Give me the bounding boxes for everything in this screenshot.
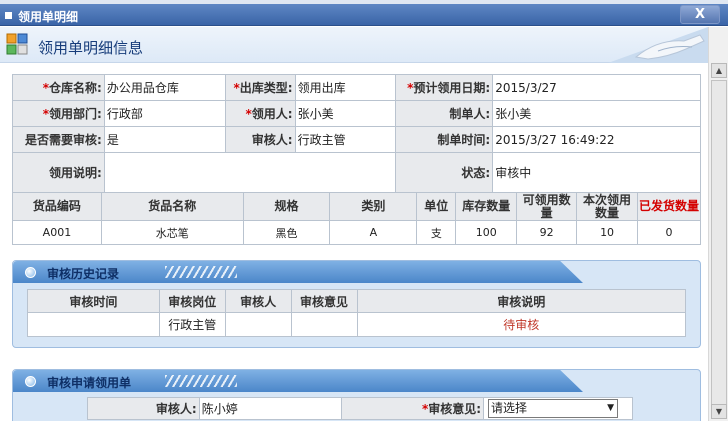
stripes-decoration xyxy=(165,375,237,387)
goods-cell: 黑色 xyxy=(242,220,331,245)
dialog-titlebar: 领用单明细 X xyxy=(0,4,728,26)
page-title: 领用单明细信息 xyxy=(38,39,144,57)
table-row: A001 水芯笔 黑色 A 支 100 92 10 0 xyxy=(12,220,701,245)
close-button[interactable]: X xyxy=(680,5,720,24)
window-icon xyxy=(5,12,12,19)
goods-cell: 100 xyxy=(455,220,518,245)
bullet-icon xyxy=(25,376,36,387)
chevron-down-icon[interactable]: ▼ xyxy=(607,400,614,417)
goods-col-stock: 库存数量 xyxy=(455,192,518,221)
apply-opinion-cell: 请选择 ▼ xyxy=(483,397,633,420)
audit-history-header: 审核历史记录 xyxy=(13,261,700,283)
goods-col-name: 货品名称 xyxy=(100,192,244,221)
history-col-opinion: 审核意见 xyxy=(290,289,358,313)
history-cell xyxy=(27,312,160,337)
table-row: 行政主管 待审核 xyxy=(27,312,687,337)
remark-value xyxy=(103,152,397,193)
stripes-decoration xyxy=(165,266,237,278)
goods-col-shipped: 已发货数量 xyxy=(637,192,701,221)
history-cell-status: 待审核 xyxy=(356,312,687,337)
history-col-time: 审核时间 xyxy=(27,289,160,313)
history-col-auditor: 审核人 xyxy=(224,289,292,313)
order-info-table: *仓库名称: 办公用品仓库 *出库类型: 领用出库 *预计领用日期: 2015/… xyxy=(12,74,701,193)
goods-cell: 支 xyxy=(416,220,457,245)
status-value: 审核中 xyxy=(492,152,701,193)
audit-apply-header: 审核申请领用单 xyxy=(13,370,700,392)
outtype-label: *出库类型: xyxy=(224,74,296,101)
goods-cell: 10 xyxy=(576,220,639,245)
need-audit-value: 是 xyxy=(103,126,226,153)
plan-date-value: 2015/3/27 xyxy=(492,74,701,101)
goods-col-unit: 单位 xyxy=(416,192,457,221)
opinion-select[interactable]: 请选择 ▼ xyxy=(488,399,619,418)
audit-apply-form: 审核人: 陈小婷 *审核意见: 请选择 ▼ xyxy=(87,397,633,420)
goods-col-available: 可领用数量 xyxy=(516,192,578,221)
apply-auditor-value: 陈小婷 xyxy=(198,397,343,420)
goods-col-spec: 规格 xyxy=(242,192,331,221)
goods-table: 货品编码 货品名称 规格 类别 单位 库存数量 可领用数量 本次领用数量 已发货… xyxy=(12,192,701,245)
need-audit-label: 是否需要审核: xyxy=(12,126,105,153)
history-cell: 行政主管 xyxy=(158,312,226,337)
history-col-remark: 审核说明 xyxy=(356,289,687,313)
goods-col-this-qty: 本次领用数量 xyxy=(576,192,639,221)
goods-cell: A xyxy=(329,220,418,245)
scrollbar-thumb[interactable] xyxy=(711,80,727,410)
history-col-post: 审核岗位 xyxy=(158,289,226,313)
apply-auditor-label: 审核人: xyxy=(87,397,200,420)
warehouse-label: *仓库名称: xyxy=(12,74,105,101)
vertical-scrollbar[interactable]: ▲ ▼ xyxy=(708,27,728,421)
goods-col-category: 类别 xyxy=(329,192,418,221)
scroll-up-arrow-icon[interactable]: ▲ xyxy=(711,63,727,78)
history-cell xyxy=(290,312,358,337)
dept-label: *领用部门: xyxy=(12,100,105,127)
goods-header-row: 货品编码 货品名称 规格 类别 单位 库存数量 可领用数量 本次领用数量 已发货… xyxy=(12,192,701,221)
document-app-icon xyxy=(6,33,28,55)
opinion-select-value: 请选择 xyxy=(491,401,528,415)
apply-opinion-label: *审核意见: xyxy=(341,397,485,420)
receiver-value: 张小美 xyxy=(294,100,397,127)
history-header-row: 审核时间 审核岗位 审核人 审核意见 审核说明 xyxy=(27,289,687,313)
goods-col-code: 货品编码 xyxy=(12,192,102,221)
history-cell xyxy=(224,312,292,337)
goods-cell: 92 xyxy=(516,220,578,245)
dept-value: 行政部 xyxy=(103,100,226,127)
audit-history-title: 审核历史记录 xyxy=(47,267,120,281)
auditor-value: 行政主管 xyxy=(294,126,397,153)
audit-apply-title: 审核申请领用单 xyxy=(47,376,132,390)
dialog-title: 领用单明细 xyxy=(18,10,79,24)
bullet-icon xyxy=(25,267,36,278)
audit-history-table: 审核时间 审核岗位 审核人 审核意见 审核说明 行政主管 待审核 xyxy=(27,289,687,337)
handshake-decoration-icon xyxy=(608,27,708,63)
auditor-label: 审核人: xyxy=(224,126,296,153)
status-label: 状态: xyxy=(395,152,494,193)
creator-value: 张小美 xyxy=(492,100,701,127)
outtype-value: 领用出库 xyxy=(294,74,397,101)
goods-cell: 水芯笔 xyxy=(100,220,244,245)
audit-apply-panel: 审核申请领用单 审核人: 陈小婷 *审核意见: 请选择 ▼ xyxy=(12,369,701,421)
creator-label: 制单人: xyxy=(395,100,494,127)
plan-date-label: *预计领用日期: xyxy=(395,74,494,101)
warehouse-value: 办公用品仓库 xyxy=(103,74,226,101)
goods-cell: A001 xyxy=(12,220,102,245)
receiver-label: *领用人: xyxy=(224,100,296,127)
scroll-down-arrow-icon[interactable]: ▼ xyxy=(711,404,727,419)
audit-history-panel: 审核历史记录 审核时间 审核岗位 审核人 审核意见 审核说明 行政主管 待审核 xyxy=(12,260,701,348)
create-time-value: 2015/3/27 16:49:22 xyxy=(492,126,701,153)
page-header: 领用单明细信息 xyxy=(0,27,708,63)
remark-label: 领用说明: xyxy=(12,152,105,193)
goods-cell: 0 xyxy=(637,220,701,245)
create-time-label: 制单时间: xyxy=(395,126,494,153)
